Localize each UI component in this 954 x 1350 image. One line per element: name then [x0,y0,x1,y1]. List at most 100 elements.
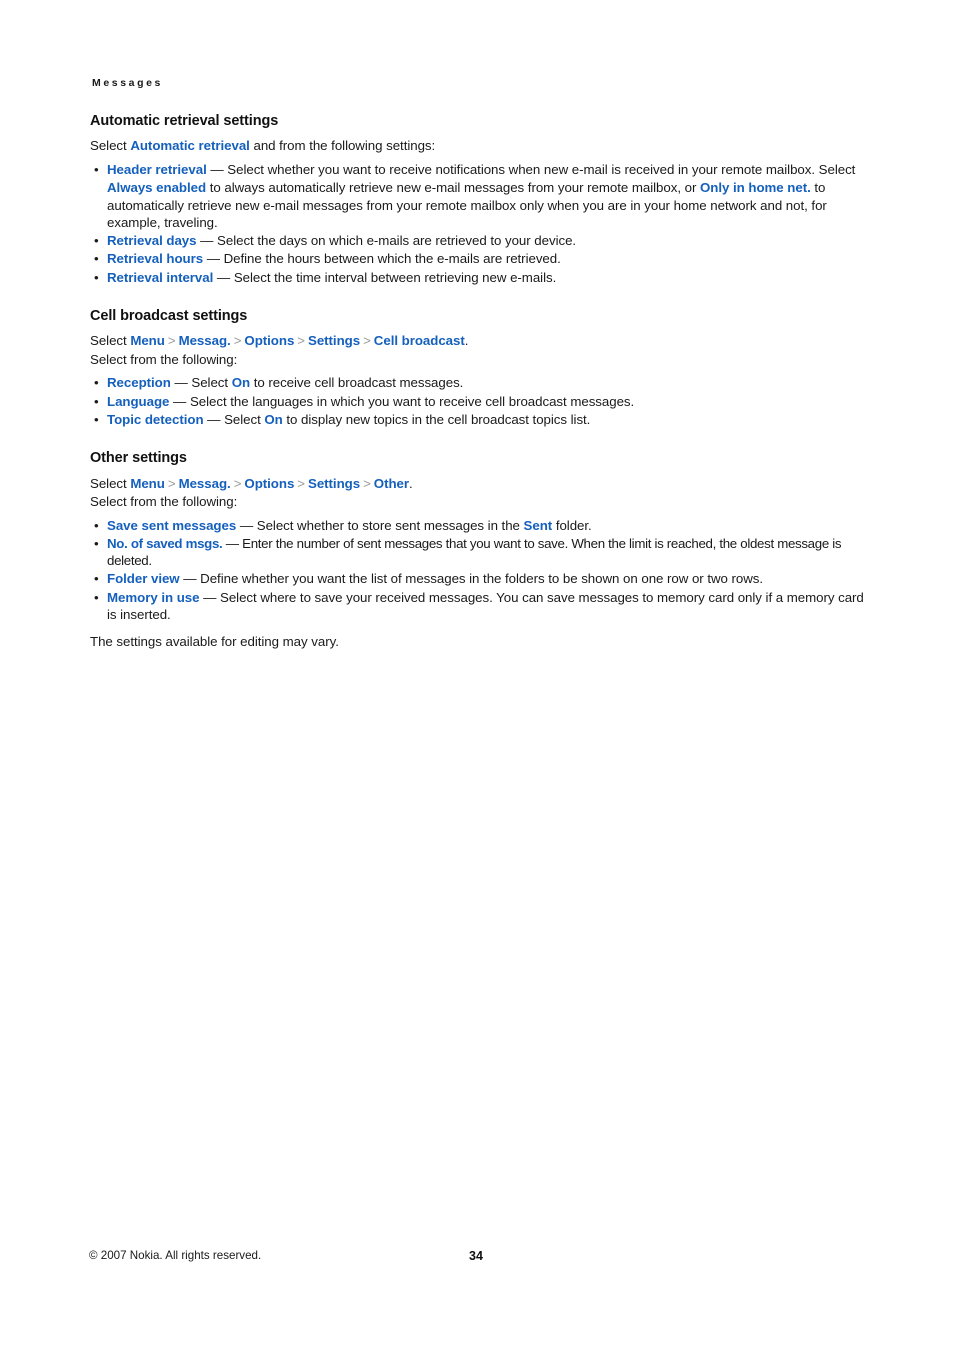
ui-term-reception[interactable]: Reception [107,375,171,390]
settings-bullet-list: • Save sent messages — Select whether to … [89,517,867,624]
bullet-dot-icon: • [94,375,99,391]
list-item: • Folder view — Define whether you want t… [90,570,867,588]
intro-text-after: and from the following settings: [249,137,436,153]
page-footer: © 2007 Nokia. All rights reserved. 34 [89,1248,867,1266]
bullet-text-1: Select where to save your received messa… [107,589,864,623]
section-heading: Automatic retrieval settings [90,112,279,129]
bullet-dot-icon: • [94,269,99,285]
breadcrumb-prefix: Select [90,475,131,491]
chevron-right-icon: > [233,333,242,349]
list-item: • Save sent messages — Select whether to … [90,517,867,535]
bullet-text-1: Select whether you want to receive notif… [227,162,856,178]
section-intro-paragraph: Select Automatic retrieval and from the … [90,137,867,155]
chevron-right-icon: > [297,333,306,349]
em-dash: — [170,375,192,391]
bullet-text-2: to receive cell broadcast messages. [250,375,464,391]
section-automatic-retrieval-settings: Automatic retrieval settings Select Auto… [89,113,867,287]
em-dash: — [206,162,228,178]
running-head: Messages [92,77,163,89]
settings-bullet-list: • Header retrieval — Select whether you w… [89,161,867,286]
ui-term-on[interactable]: On [264,412,282,427]
section-heading: Cell broadcast settings [90,308,248,325]
page-content: Messages Automatic retrieval settings Se… [89,77,867,652]
bullet-dot-icon: • [94,251,99,267]
settings-bullet-list: • Reception — Select On to receive cell b… [89,374,867,428]
bullet-text-2: to always automatically retrieve new e-m… [206,180,701,196]
bullet-dot-icon: • [94,571,99,587]
bullet-text-1: Select whether to store sent messages in… [256,517,524,533]
list-item: • Header retrieval — Select whether you w… [90,161,867,231]
bullet-dot-icon: • [94,411,99,427]
ui-term-topic-detection[interactable]: Topic detection [107,412,204,427]
ui-term-only-in-home-net[interactable]: Only in home net. [700,180,811,195]
bullet-dot-icon: • [94,233,99,249]
breadcrumb-step-cell-broadcast[interactable]: Cell broadcast [374,333,465,348]
ui-term-on[interactable]: On [232,375,250,390]
bullet-dot-icon: • [94,517,99,533]
bullet-text-1: Define whether you want the list of mess… [200,571,764,587]
ui-term-automatic-retrieval[interactable]: Automatic retrieval [130,138,250,153]
ui-term-retrieval-hours[interactable]: Retrieval hours [107,251,203,266]
ui-term-always-enabled[interactable]: Always enabled [107,180,206,195]
ui-term-save-sent-messages[interactable]: Save sent messages [107,518,236,533]
bullet-text-1: Select [224,411,265,427]
ui-term-no-of-saved-msgs[interactable]: No. of saved msgs. [107,536,223,551]
list-item: • Memory in use — Select where to save yo… [90,589,867,624]
breadcrumb: Select Menu > Messag. > Options > Settings > Oth… [90,475,867,493]
bullet-text-2: folder. [552,517,592,533]
em-dash: — [169,393,190,409]
list-item: • Reception — Select On to receive cell b… [90,374,867,392]
breadcrumb-step-messag[interactable]: Messag. [179,476,231,491]
em-dash: — [199,589,221,605]
lead-in-paragraph: Select from the following: [90,494,238,510]
bullet-dot-icon: • [94,535,99,551]
bullet-text-1: Define the hours between which the e-mai… [223,251,561,267]
breadcrumb-suffix: . [464,333,469,349]
bullet-dot-icon: • [94,589,99,605]
ui-term-retrieval-interval[interactable]: Retrieval interval [107,270,213,285]
bullet-dot-icon: • [94,393,99,409]
breadcrumb-step-other[interactable]: Other [374,476,409,491]
breadcrumb-step-options[interactable]: Options [244,476,294,491]
em-dash: — [213,269,234,285]
ui-term-memory-in-use[interactable]: Memory in use [107,590,200,605]
list-item: • Language — Select the languages in whic… [90,393,867,411]
ui-term-header-retrieval[interactable]: Header retrieval [107,162,207,177]
section-heading: Other settings [90,450,187,467]
ui-term-retrieval-days[interactable]: Retrieval days [107,233,197,248]
list-item: • Retrieval hours — Define the hours betw… [90,250,867,268]
em-dash: — [236,517,257,533]
bullet-text-1: Select the days on which e-mails are ret… [217,233,577,249]
breadcrumb-prefix: Select [90,333,131,349]
closing-note: The settings available for editing may v… [90,633,339,649]
em-dash: — [196,233,218,249]
ui-term-folder-view[interactable]: Folder view [107,571,180,586]
chevron-right-icon: > [167,475,176,491]
breadcrumb-step-settings[interactable]: Settings [308,333,360,348]
ui-term-sent[interactable]: Sent [524,518,553,533]
list-item: • Retrieval interval — Select the time in… [90,269,867,287]
chevron-right-icon: > [297,475,306,491]
bullet-text-1: Select the languages in which you want t… [189,393,635,409]
list-item: • Retrieval days — Select the days on whi… [90,232,867,250]
chevron-right-icon: > [233,475,242,491]
breadcrumb-step-menu[interactable]: Menu [130,333,165,348]
page-number: 34 [469,1249,483,1263]
breadcrumb-suffix: . [409,475,413,491]
breadcrumb-step-menu[interactable]: Menu [130,476,165,491]
intro-text-before: Select [90,137,131,153]
section-other-settings: Other settings Select Menu > Messag. > Optio… [89,450,867,650]
section-cell-broadcast-settings: Cell broadcast settings Select Menu > Mess… [89,308,867,428]
em-dash: — [222,535,243,551]
chevron-right-icon: > [363,475,371,491]
em-dash: — [203,411,225,427]
em-dash: — [179,571,201,587]
em-dash: — [203,251,224,267]
breadcrumb-step-messag[interactable]: Messag. [179,333,231,348]
breadcrumb-step-settings[interactable]: Settings [308,476,360,491]
bullet-text-2: to display new topics in the cell broadc… [282,411,591,427]
breadcrumb-step-options[interactable]: Options [244,333,294,348]
chevron-right-icon: > [167,333,176,349]
ui-term-language[interactable]: Language [107,394,169,409]
lead-in-paragraph: Select from the following: [90,351,238,367]
